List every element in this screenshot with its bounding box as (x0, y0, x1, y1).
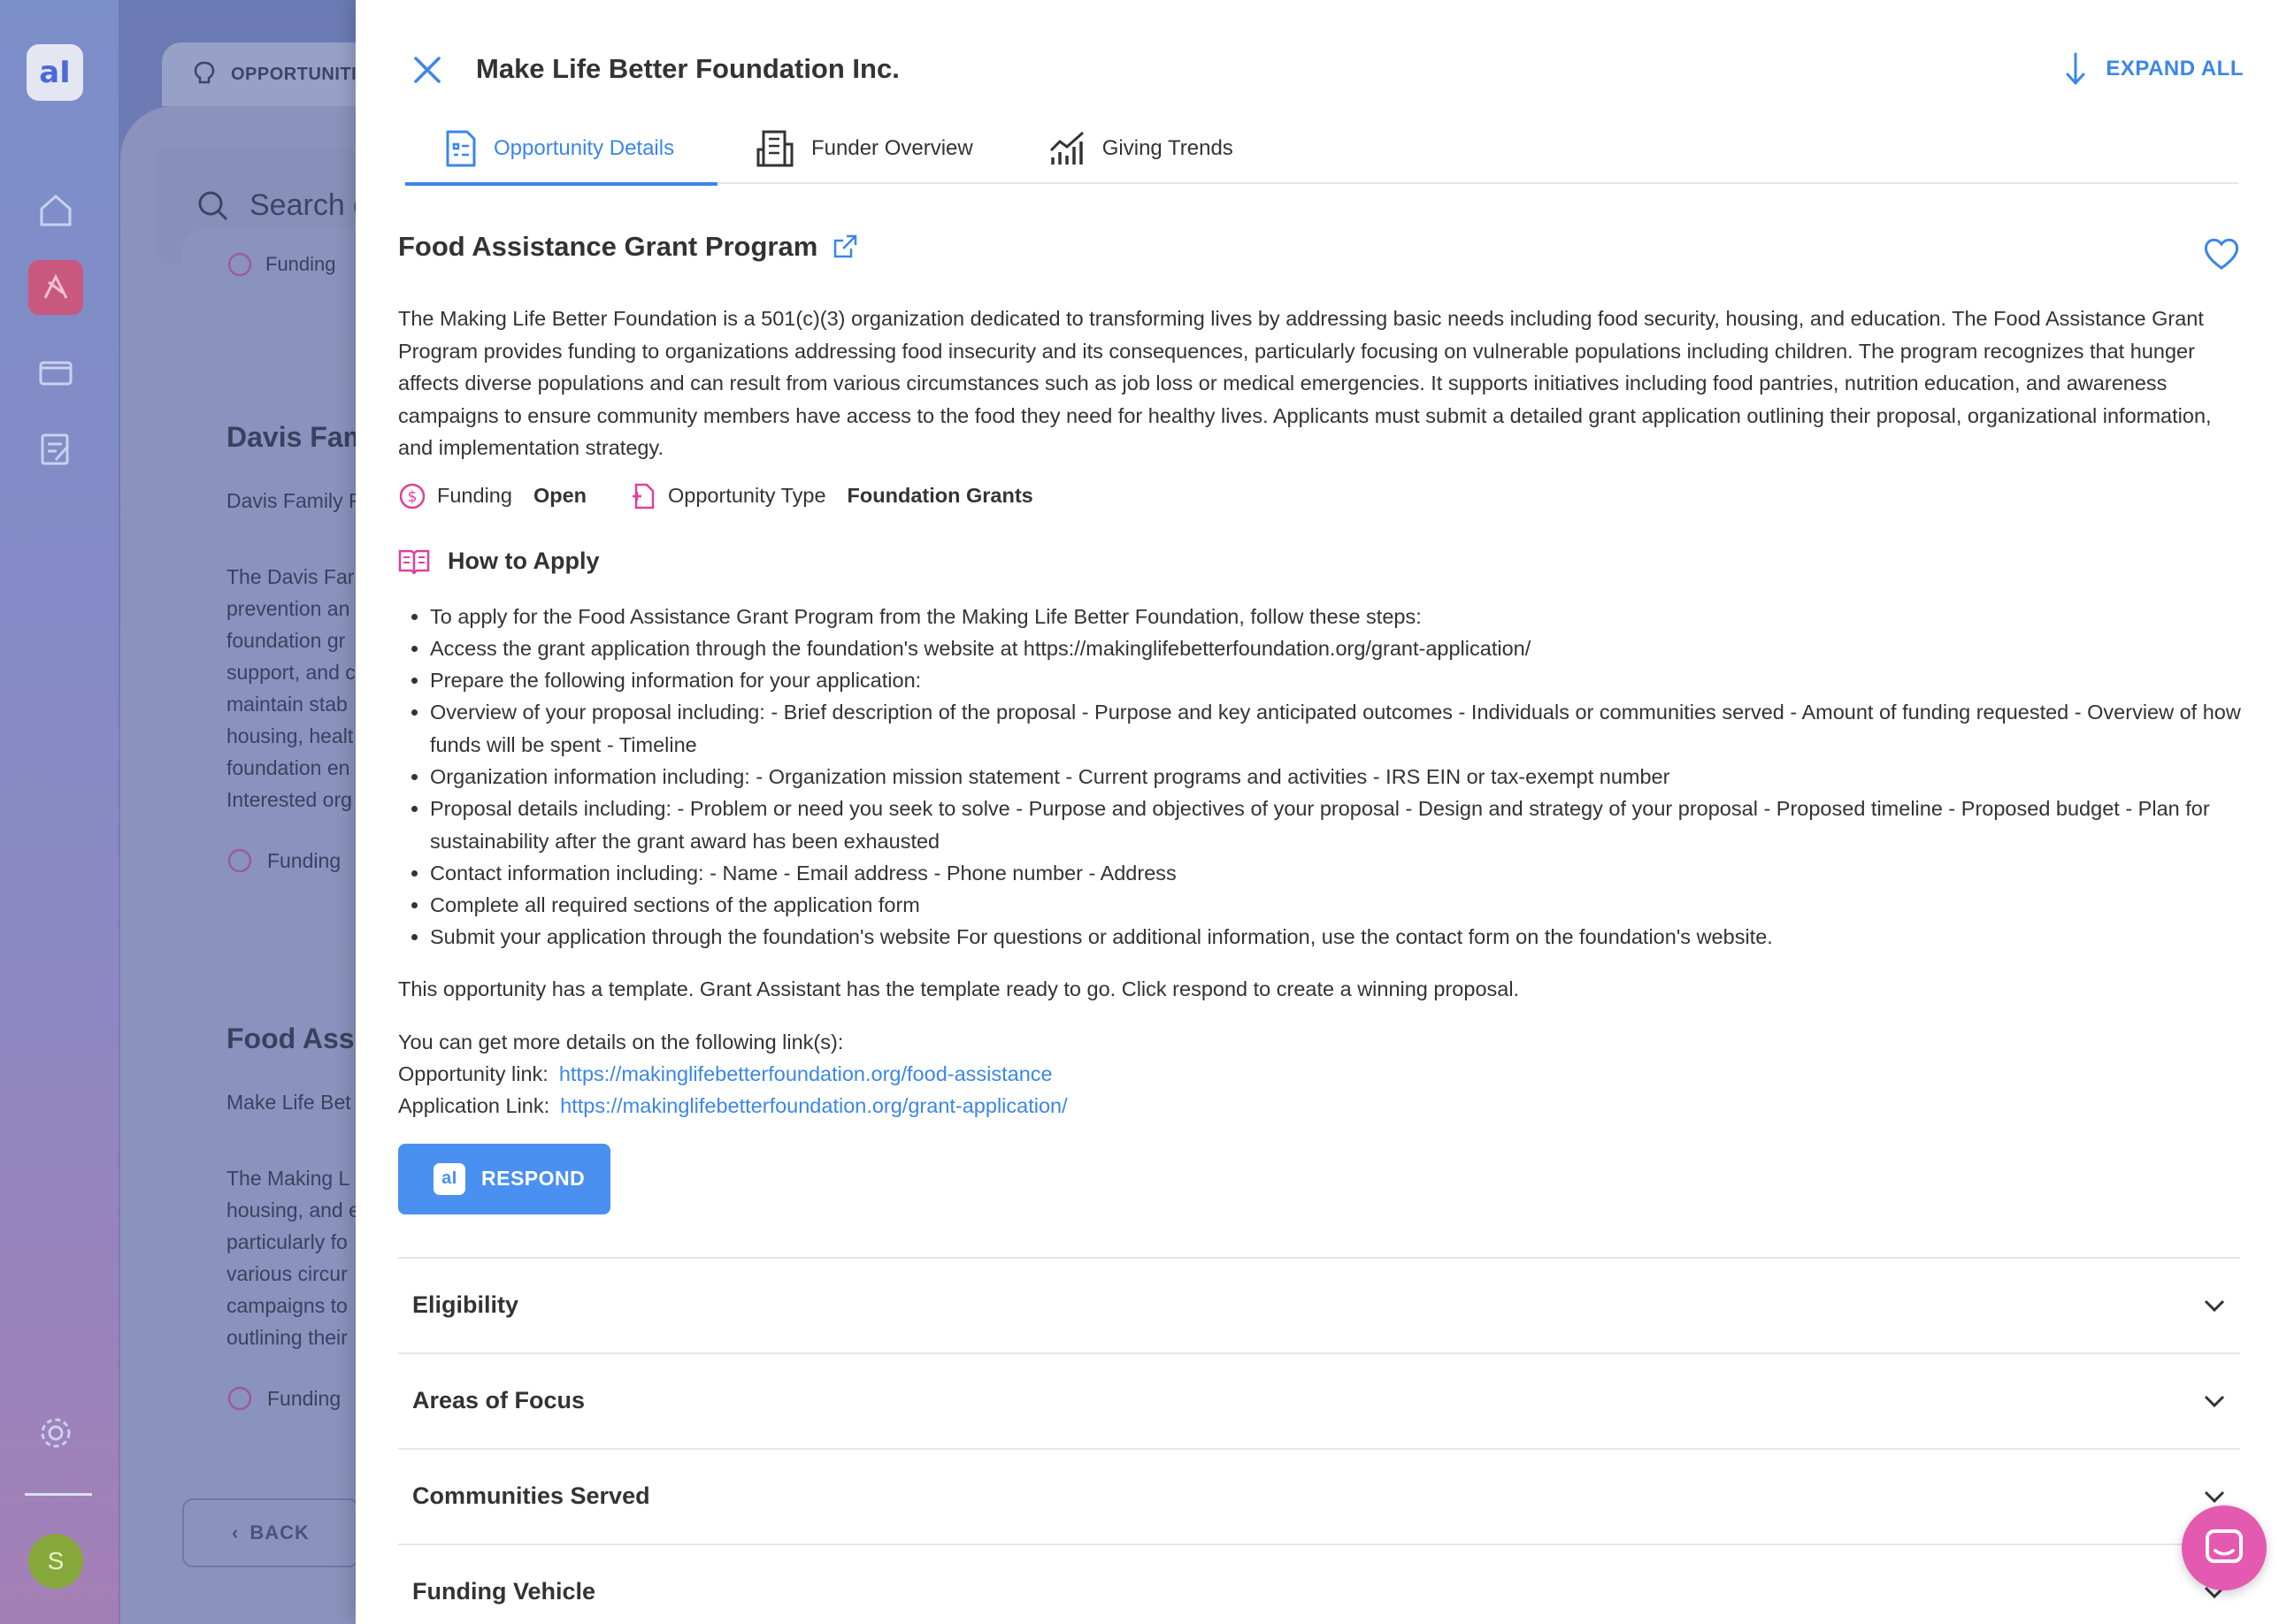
opportunity-drawer: Make Life Better Foundation Inc. EXPAND … (356, 0, 2279, 1624)
list-item: Submit your application through the foun… (430, 921, 2244, 953)
assistant-logo-icon: aI (434, 1162, 465, 1195)
app-logo-text: aI (39, 55, 71, 90)
list-item: Contact information including: - Name - … (430, 857, 2244, 889)
accordion-label: Areas of Focus (412, 1387, 586, 1414)
drawer-header: Make Life Better Foundation Inc. EXPAND … (356, 0, 2279, 186)
bg-back-button: ‹ BACK (182, 1498, 359, 1567)
home-icon[interactable] (31, 186, 81, 235)
tab-label: Giving Trends (1101, 136, 1233, 160)
svg-text:$: $ (408, 488, 418, 506)
opportunity-type-label: Opportunity Type (668, 484, 826, 507)
opportunity-link-label: Opportunity link: (398, 1062, 549, 1086)
accordion-communities-served[interactable]: Communities Served (398, 1450, 2240, 1545)
respond-button[interactable]: aI RESPOND (398, 1143, 610, 1214)
drawer-title: Make Life Better Foundation Inc. (476, 53, 900, 84)
chevron-down-icon (2204, 1299, 2225, 1312)
details-links: You can get more details on the followin… (398, 1026, 2240, 1122)
folder-icon[interactable] (31, 347, 81, 396)
lightbulb-icon (194, 61, 215, 84)
drawer-content: Food Assistance Grant Program The Making… (398, 226, 2241, 1624)
chevron-down-icon (2204, 1490, 2225, 1503)
sidebar-divider (25, 1493, 92, 1496)
list-item: Complete all required sections of the ap… (430, 889, 2244, 921)
chat-support-button[interactable] (2182, 1505, 2267, 1590)
funding-dollar-icon: $ (399, 483, 426, 509)
drawer-tabs: Opportunity Details Funder Overview Givi… (405, 120, 2238, 186)
funding-label: Funding (437, 484, 512, 507)
accordion-label: Funding Vehicle (412, 1578, 596, 1605)
document-list-icon (446, 130, 476, 167)
arrow-down-icon (2066, 52, 2085, 85)
close-icon[interactable] (409, 51, 446, 88)
app-logo[interactable]: aI (27, 44, 83, 101)
accordion-label: Communities Served (412, 1482, 650, 1510)
list-item: Proposal details including: - Problem or… (430, 793, 2244, 857)
template-note: This opportunity has a template. Grant A… (398, 977, 1520, 1000)
list-item: Prepare the following information for yo… (430, 664, 2244, 696)
opportunity-meta: $ Funding Open Opportunity Type Foundati… (398, 479, 2240, 514)
app-sidebar: aI S (0, 0, 119, 1624)
open-book-icon (398, 549, 430, 574)
accordion-areas-of-focus[interactable]: Areas of Focus (398, 1354, 2240, 1450)
opportunity-link-row: Opportunity link: https://makinglifebette… (398, 1058, 2240, 1090)
tab-opportunity-details[interactable]: Opportunity Details (405, 120, 717, 186)
funding-icon (227, 1386, 252, 1411)
expand-all-button[interactable]: EXPAND ALL (2065, 51, 2244, 87)
accordion-eligibility[interactable]: Eligibility (398, 1259, 2240, 1354)
application-link-row: Application Link: https://makinglifebette… (398, 1090, 2240, 1122)
bg-card-funding: Funding (265, 253, 336, 275)
trend-chart-icon (1049, 131, 1084, 165)
application-link[interactable]: https://makinglifebetterfoundation.org/g… (560, 1094, 1068, 1117)
accordion-funding-vehicle[interactable]: Funding Vehicle (398, 1545, 2240, 1624)
accordion-label: Eligibility (412, 1291, 519, 1319)
edit-document-icon[interactable] (31, 425, 81, 474)
user-avatar[interactable]: S (28, 1534, 83, 1589)
tab-label: Opportunity Details (494, 136, 675, 160)
funding-icon (227, 848, 252, 873)
bg-card-funding: Funding (267, 1386, 341, 1410)
tab-label: Funder Overview (811, 136, 973, 160)
details-accordion: Eligibility Areas of Focus Communities S… (398, 1256, 2240, 1624)
respond-label: RESPOND (481, 1167, 586, 1191)
chat-bubble-icon (2206, 1529, 2243, 1563)
bg-search-placeholder: Search o (249, 188, 371, 222)
opportunity-title: Food Assistance Grant Program (398, 231, 818, 262)
list-item: To apply for the Food Assistance Grant P… (430, 601, 2244, 632)
building-icon (756, 130, 794, 167)
opportunity-link[interactable]: https://makinglifebetterfoundation.org/f… (559, 1062, 1053, 1085)
how-to-apply-header: How to Apply (398, 544, 2240, 579)
funding-icon (227, 252, 252, 277)
favorite-heart-icon[interactable] (2203, 237, 2240, 275)
list-item: Overview of your proposal including: - B… (430, 696, 2244, 761)
tab-giving-trends[interactable]: Giving Trends (1009, 120, 1269, 184)
how-to-apply-title: How to Apply (448, 548, 600, 574)
opportunity-title-row: Food Assistance Grant Program (398, 226, 2240, 267)
expand-all-label: EXPAND ALL (2106, 57, 2244, 80)
list-item: Access the grant application through the… (430, 632, 2244, 664)
bg-back-label: BACK (249, 1521, 310, 1544)
opportunity-type-icon (633, 483, 655, 509)
opportunities-icon[interactable] (28, 260, 83, 315)
list-item: Organization information including: - Or… (430, 761, 2244, 793)
chevron-down-icon (2204, 1395, 2225, 1407)
opportunity-description: The Making Life Better Foundation is a 5… (398, 307, 2212, 459)
application-link-label: Application Link: (398, 1094, 550, 1118)
opportunity-type-value: Foundation Grants (847, 484, 1033, 507)
bg-card-funding: Funding (267, 848, 341, 872)
bg-tab-label: OPPORTUNITIE (231, 64, 370, 84)
tab-funder-overview[interactable]: Funder Overview (717, 120, 1009, 184)
links-intro: You can get more details on the followin… (398, 1030, 844, 1053)
how-to-apply-steps: To apply for the Food Assistance Grant P… (430, 601, 2244, 954)
chevron-left-icon: ‹ (232, 1521, 240, 1544)
funding-value: Open (533, 484, 587, 507)
settings-gear-icon[interactable] (31, 1408, 81, 1458)
external-link-icon[interactable] (832, 234, 858, 260)
search-icon (198, 191, 228, 220)
